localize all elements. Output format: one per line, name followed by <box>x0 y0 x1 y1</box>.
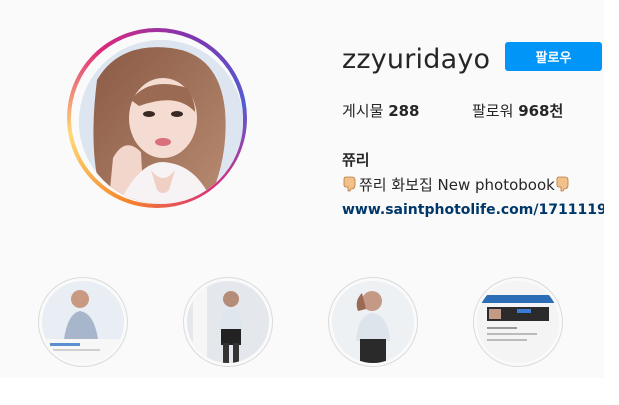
highlight-thumbnail <box>187 281 269 363</box>
profile-header: zzyuridayo 팔로우 게시물 288 팔로워 968천 쮸리 쮸리 화보… <box>0 0 604 378</box>
highlight-thumbnail <box>332 281 414 363</box>
stat-posts-value: 288 <box>388 102 420 120</box>
follow-button[interactable]: 팔로우 <box>505 42 602 71</box>
highlight-thumbnail <box>42 281 124 363</box>
story-highlight-2[interactable] <box>183 277 273 367</box>
avatar-photo <box>79 40 243 204</box>
story-highlight-4[interactable] <box>473 277 563 367</box>
display-name: 쮸리 <box>342 151 370 169</box>
stat-followers-value: 968천 <box>518 102 564 120</box>
bio-text-content: 쮸리 화보집 New photobook <box>359 176 555 194</box>
bio-link[interactable]: www.saintphotolife.com/17111191 <box>342 202 604 218</box>
highlight-thumbnail <box>477 281 559 363</box>
story-ring[interactable] <box>67 28 247 208</box>
avatar[interactable] <box>79 40 243 204</box>
stat-followers-label: 팔로워 <box>472 102 514 120</box>
pointing-down-hand-icon <box>343 176 358 196</box>
stat-posts[interactable]: 게시물 288 <box>342 100 420 121</box>
avatar-border <box>71 32 243 204</box>
username: zzyuridayo <box>342 44 491 75</box>
bio-text: 쮸리 화보집 New photobook <box>342 174 572 196</box>
stat-posts-label: 게시물 <box>342 102 384 120</box>
story-highlight-1[interactable] <box>38 277 128 367</box>
stat-followers[interactable]: 팔로워 968천 <box>472 100 563 121</box>
story-highlight-3[interactable] <box>328 277 418 367</box>
pointing-down-hand-icon <box>556 176 571 196</box>
